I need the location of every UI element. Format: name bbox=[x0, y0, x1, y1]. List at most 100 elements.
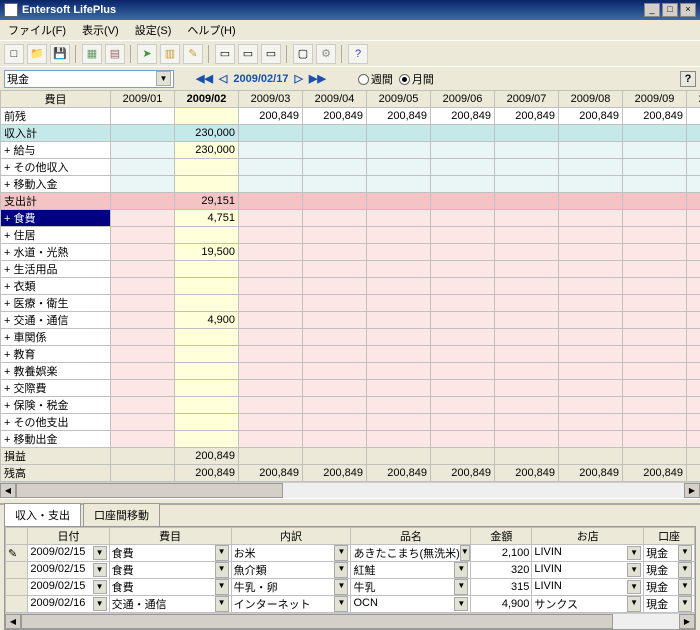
cell[interactable] bbox=[687, 380, 700, 397]
cell[interactable] bbox=[687, 346, 700, 363]
dropdown-icon[interactable]: ▼ bbox=[334, 562, 348, 578]
cell[interactable] bbox=[239, 346, 303, 363]
cell[interactable] bbox=[239, 261, 303, 278]
detail-item[interactable]: OCN▼ bbox=[351, 596, 471, 613]
dropdown-icon[interactable]: ▼ bbox=[215, 579, 229, 595]
cell[interactable] bbox=[303, 329, 367, 346]
cell[interactable] bbox=[431, 261, 495, 278]
cell[interactable] bbox=[687, 295, 700, 312]
cell[interactable] bbox=[111, 125, 175, 142]
detail-date[interactable]: 2009/02/15▼ bbox=[28, 545, 109, 562]
cell[interactable] bbox=[239, 295, 303, 312]
cell[interactable] bbox=[239, 227, 303, 244]
detail-acct[interactable]: 現金▼ bbox=[644, 596, 695, 613]
page-icon[interactable]: ▢ bbox=[293, 44, 313, 64]
row-label[interactable]: + 衣類 bbox=[1, 278, 111, 295]
cell[interactable]: 200,849 bbox=[303, 108, 367, 125]
cell[interactable]: 200,849 bbox=[303, 465, 367, 482]
cell[interactable] bbox=[495, 261, 559, 278]
cell[interactable] bbox=[495, 176, 559, 193]
gear-icon[interactable]: ⚙ bbox=[316, 44, 336, 64]
cell[interactable] bbox=[367, 278, 431, 295]
row-label[interactable]: + 水道・光熱 bbox=[1, 244, 111, 261]
cell[interactable]: 200,849 bbox=[687, 108, 700, 125]
dropdown-icon[interactable]: ▼ bbox=[627, 580, 641, 594]
cell[interactable] bbox=[687, 448, 700, 465]
cell[interactable] bbox=[111, 227, 175, 244]
cell[interactable] bbox=[303, 244, 367, 261]
detail-col-header[interactable] bbox=[6, 528, 28, 545]
cell[interactable] bbox=[559, 227, 623, 244]
row-label[interactable]: 支出計 bbox=[1, 193, 111, 210]
detail-cat[interactable]: 食費▼ bbox=[109, 579, 231, 596]
detail-item[interactable]: 紅鮭▼ bbox=[351, 562, 471, 579]
detail-col-header[interactable]: 日付 bbox=[28, 528, 109, 545]
cell[interactable] bbox=[623, 312, 687, 329]
row-selector[interactable] bbox=[6, 579, 28, 596]
detail-amount[interactable]: 4,900 bbox=[471, 596, 532, 613]
cell[interactable] bbox=[239, 448, 303, 465]
dropdown-icon[interactable]: ▼ bbox=[93, 546, 107, 560]
cell[interactable]: 4,900 bbox=[175, 312, 239, 329]
dropdown-icon[interactable]: ▼ bbox=[334, 545, 348, 561]
nav-last-icon[interactable]: ▶▶ bbox=[309, 72, 326, 85]
doc3-icon[interactable]: ▭ bbox=[261, 44, 281, 64]
cell[interactable] bbox=[175, 108, 239, 125]
dropdown-icon[interactable]: ▼ bbox=[460, 545, 470, 561]
cell[interactable] bbox=[623, 363, 687, 380]
dropdown-icon[interactable]: ▼ bbox=[334, 579, 348, 595]
cell[interactable] bbox=[239, 159, 303, 176]
cell[interactable] bbox=[495, 227, 559, 244]
cell[interactable] bbox=[431, 210, 495, 227]
cell[interactable] bbox=[559, 125, 623, 142]
cell[interactable] bbox=[367, 329, 431, 346]
tab-inout[interactable]: 収入・支出 bbox=[4, 503, 81, 526]
tab-transfer[interactable]: 口座間移動 bbox=[83, 503, 160, 526]
row-label[interactable]: + その他支出 bbox=[1, 414, 111, 431]
cell[interactable] bbox=[111, 397, 175, 414]
row-label[interactable]: 損益 bbox=[1, 448, 111, 465]
cell[interactable] bbox=[239, 244, 303, 261]
detail-col-header[interactable]: 金額 bbox=[471, 528, 532, 545]
cell[interactable] bbox=[495, 125, 559, 142]
cell[interactable] bbox=[687, 159, 700, 176]
cell[interactable]: 200,849 bbox=[559, 108, 623, 125]
nav-next-icon[interactable]: ▷ bbox=[294, 72, 302, 85]
cell[interactable] bbox=[175, 363, 239, 380]
cell[interactable] bbox=[559, 380, 623, 397]
cell[interactable] bbox=[111, 380, 175, 397]
detail-amount[interactable]: 315 bbox=[471, 579, 532, 596]
cell[interactable] bbox=[623, 448, 687, 465]
cell[interactable] bbox=[431, 329, 495, 346]
cell[interactable] bbox=[431, 227, 495, 244]
dropdown-icon[interactable]: ▼ bbox=[215, 545, 229, 561]
cell[interactable] bbox=[303, 125, 367, 142]
cell[interactable] bbox=[623, 261, 687, 278]
dropdown-icon[interactable]: ▼ bbox=[454, 579, 468, 595]
cell[interactable] bbox=[367, 244, 431, 261]
detail-date[interactable]: 2009/02/15▼ bbox=[28, 562, 109, 579]
detail-shop[interactable]: LIVIN▼ bbox=[532, 579, 644, 596]
account-select[interactable]: 現金 ▼ bbox=[4, 70, 174, 88]
cell[interactable] bbox=[367, 380, 431, 397]
cell[interactable] bbox=[239, 431, 303, 448]
cell[interactable] bbox=[687, 414, 700, 431]
dropdown-icon[interactable]: ▼ bbox=[156, 71, 171, 86]
cell[interactable] bbox=[559, 329, 623, 346]
cell[interactable]: 200,849 bbox=[431, 465, 495, 482]
cell[interactable] bbox=[431, 278, 495, 295]
cell[interactable] bbox=[495, 159, 559, 176]
cell[interactable]: 200,849 bbox=[623, 465, 687, 482]
context-help-icon[interactable]: ? bbox=[680, 71, 696, 87]
cell[interactable] bbox=[303, 448, 367, 465]
cell[interactable] bbox=[495, 397, 559, 414]
row-label[interactable]: 前残 bbox=[1, 108, 111, 125]
cell[interactable] bbox=[367, 397, 431, 414]
cell[interactable] bbox=[495, 346, 559, 363]
menu-view[interactable]: 表示(V) bbox=[78, 20, 123, 40]
cell[interactable] bbox=[559, 193, 623, 210]
cell[interactable] bbox=[623, 244, 687, 261]
detail-col-header[interactable]: 内訳 bbox=[231, 528, 351, 545]
cell[interactable]: 200,849 bbox=[431, 108, 495, 125]
cell[interactable] bbox=[687, 431, 700, 448]
